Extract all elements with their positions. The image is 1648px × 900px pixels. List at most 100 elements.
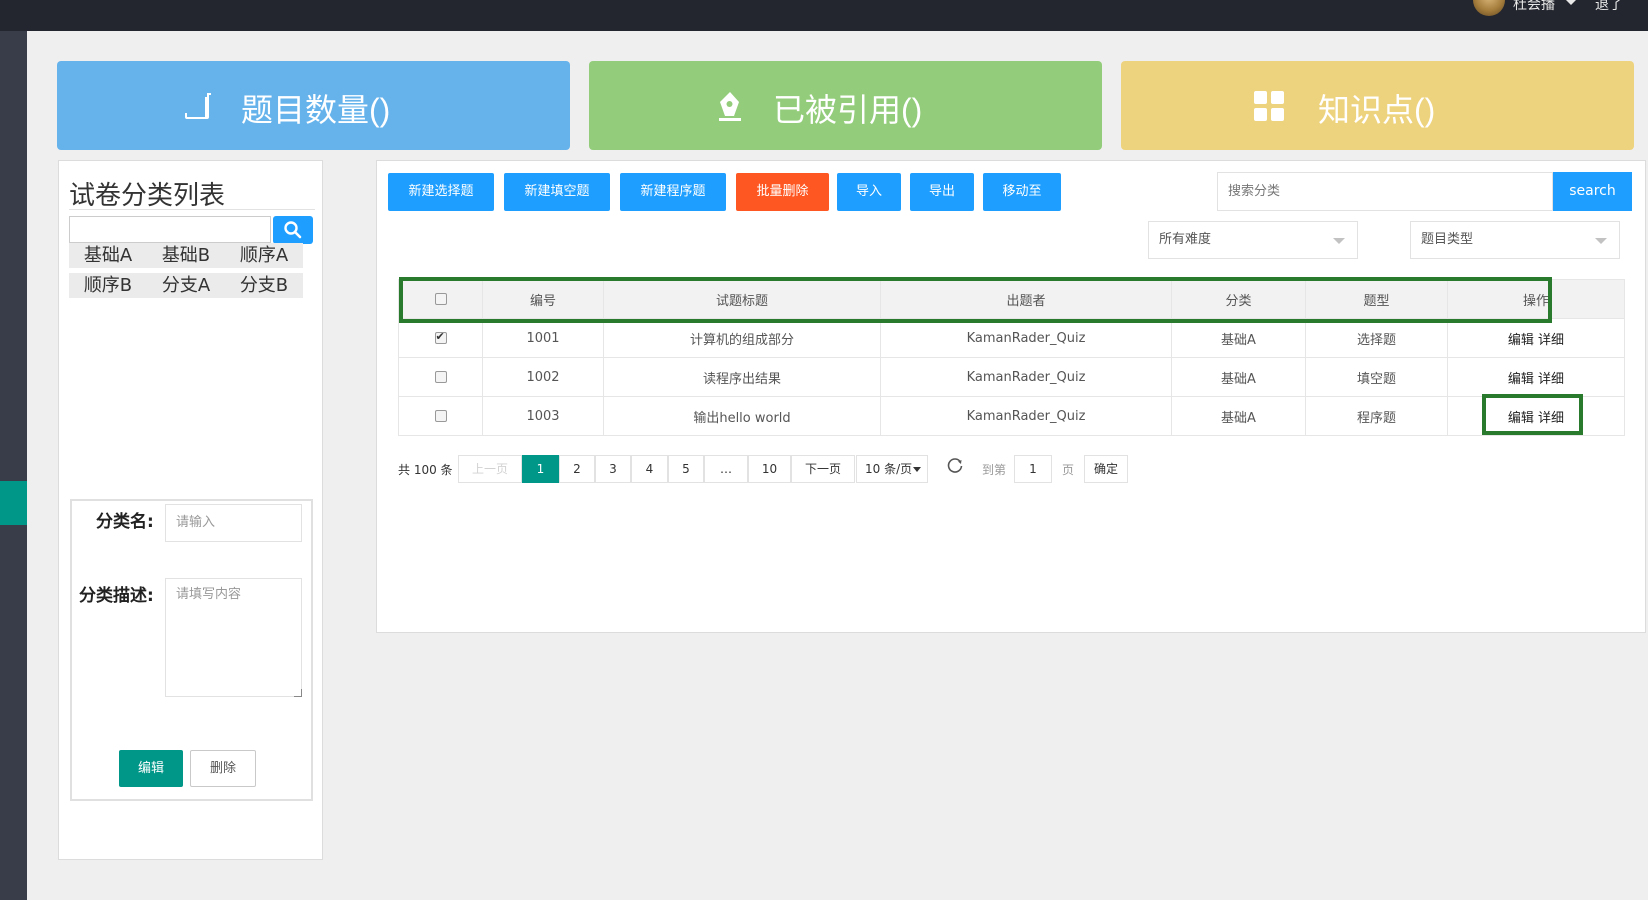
select-all-checkbox[interactable]: [434, 293, 447, 305]
cell-type: 选择题: [1305, 318, 1448, 358]
page-button[interactable]: 3: [595, 455, 631, 483]
import-button[interactable]: 导入: [837, 173, 901, 211]
scroll-icon: [185, 93, 211, 119]
delete-category-button[interactable]: 删除: [190, 750, 256, 787]
cell-actions[interactable]: 编辑 详细: [1447, 357, 1625, 397]
column-header[interactable]: 题型: [1305, 279, 1448, 319]
edit-category-button[interactable]: 编辑: [119, 750, 183, 787]
cell-id: 1001: [482, 318, 604, 358]
cell-actions[interactable]: 编辑 详细: [1447, 318, 1625, 358]
type-select[interactable]: 题目类型: [1410, 221, 1620, 259]
cell-author: KamanRader_Quiz: [880, 357, 1172, 397]
category-tag[interactable]: 顺序A: [225, 243, 303, 268]
user-avatar[interactable]: [1473, 0, 1505, 16]
next-page-button[interactable]: 下一页: [791, 455, 855, 483]
chevron-down-icon: [1333, 238, 1345, 244]
stat-label-referenced: 已被引用(): [773, 92, 923, 128]
table-header-row: 编号 试题标题 出题者 分类 题型 操作: [398, 279, 1625, 319]
chevron-down-icon: [913, 467, 921, 472]
prev-page-button[interactable]: 上一页: [458, 455, 522, 483]
category-panel: 试卷分类列表 基础A 基础B 顺序A 顺序B 分支A 分支B 分类名: 请输入 …: [58, 160, 323, 860]
user-menu-caret-icon[interactable]: [1566, 0, 1576, 5]
column-header: 操作: [1447, 279, 1625, 319]
row-select-cell: [398, 396, 483, 436]
difficulty-select[interactable]: 所有难度: [1148, 221, 1358, 259]
category-search-button[interactable]: [273, 216, 313, 244]
cell-type: 填空题: [1305, 357, 1448, 397]
export-button[interactable]: 导出: [910, 173, 974, 211]
goto-page-input[interactable]: 1: [1014, 455, 1052, 483]
page-button[interactable]: 10: [748, 455, 791, 483]
table-row[interactable]: 1002 读程序出结果 KamanRader_Quiz 基础A 填空题 编辑 详…: [398, 357, 1625, 397]
divider: [69, 209, 315, 210]
pen-nib-icon: [719, 92, 741, 121]
pagination-total: 共 100 条: [398, 463, 453, 477]
goto-prefix: 到第: [982, 463, 1007, 477]
page-button[interactable]: 4: [631, 455, 668, 483]
column-header[interactable]: 试题标题: [603, 279, 881, 319]
cell-author: KamanRader_Quiz: [880, 318, 1172, 358]
cell-id: 1002: [482, 357, 604, 397]
column-header[interactable]: 分类: [1171, 279, 1306, 319]
cell-title: 输出hello world: [603, 396, 881, 436]
batch-delete-button[interactable]: 批量删除: [736, 173, 829, 211]
category-tag[interactable]: 分支B: [225, 273, 303, 298]
question-panel: 新建选择题 新建填空题 新建程序题 批量删除 导入 导出 移动至 搜索分类 se…: [376, 160, 1646, 633]
page-button[interactable]: 1: [522, 455, 559, 483]
goto-suffix: 页: [1062, 463, 1075, 477]
cell-category: 基础A: [1171, 318, 1306, 358]
difficulty-select-value: 所有难度: [1159, 232, 1212, 247]
category-desc-textarea[interactable]: 请填写内容: [165, 578, 302, 697]
row-checkbox[interactable]: [434, 371, 447, 383]
category-tag[interactable]: 顺序B: [69, 273, 147, 298]
category-form: 分类名: 请输入 分类描述: 请填写内容 编辑 删除: [70, 499, 313, 801]
table-row[interactable]: 1001 计算机的组成部分 KamanRader_Quiz 基础A 选择题 编辑…: [398, 318, 1625, 358]
stat-card-knowledge-points: 知识点(): [1121, 61, 1634, 150]
cell-category: 基础A: [1171, 396, 1306, 436]
username[interactable]: 杜会播: [1513, 0, 1555, 14]
cell-actions[interactable]: 编辑 详细: [1447, 396, 1625, 436]
search-input[interactable]: 搜索分类: [1217, 172, 1553, 211]
stat-card-question-count: 题目数量(): [57, 61, 570, 150]
column-header[interactable]: 出题者: [880, 279, 1172, 319]
page-ellipsis: …: [704, 455, 748, 483]
category-tag[interactable]: 基础A: [69, 243, 147, 268]
category-tag[interactable]: 分支A: [147, 273, 225, 298]
new-fill-question-button[interactable]: 新建填空题: [504, 173, 610, 211]
chevron-down-icon: [1595, 238, 1607, 244]
refresh-icon[interactable]: [946, 457, 964, 475]
goto-confirm-button[interactable]: 确定: [1084, 455, 1128, 483]
row-checkbox[interactable]: [434, 410, 447, 422]
resize-grip-icon[interactable]: [294, 689, 302, 697]
top-bar: 杜会播 退了: [0, 0, 1648, 31]
new-choice-question-button[interactable]: 新建选择题: [388, 173, 494, 211]
row-select-cell: [398, 357, 483, 397]
category-tag[interactable]: 基础B: [147, 243, 225, 268]
stat-card-referenced: 已被引用(): [589, 61, 1102, 150]
side-nav-active-item[interactable]: [0, 481, 27, 525]
stat-label-question-count: 题目数量(): [241, 92, 391, 128]
page-button[interactable]: 5: [668, 455, 704, 483]
page-size-select[interactable]: 10 条/页: [856, 455, 928, 483]
type-select-value: 题目类型: [1421, 232, 1474, 247]
stat-label-knowledge-points: 知识点(): [1318, 92, 1436, 128]
select-all-cell: [398, 279, 483, 319]
row-checkbox[interactable]: [434, 330, 447, 344]
cell-category: 基础A: [1171, 357, 1306, 397]
move-to-button[interactable]: 移动至: [983, 173, 1061, 211]
page-size-value: 10 条/页: [865, 462, 913, 476]
page-button[interactable]: 2: [559, 455, 595, 483]
cell-author: KamanRader_Quiz: [880, 396, 1172, 436]
table-row[interactable]: 1003 输出hello world KamanRader_Quiz 基础A 程…: [398, 396, 1625, 436]
cell-id: 1003: [482, 396, 604, 436]
category-name-input[interactable]: 请输入: [165, 504, 302, 542]
search-icon: [284, 221, 302, 239]
category-search-input[interactable]: [69, 216, 271, 243]
logout-link[interactable]: 退了: [1595, 0, 1623, 14]
search-button[interactable]: search: [1553, 172, 1632, 211]
column-header[interactable]: 编号: [482, 279, 604, 319]
new-program-question-button[interactable]: 新建程序题: [620, 173, 726, 211]
side-nav: [0, 31, 27, 900]
category-name-label: 分类名:: [96, 512, 154, 532]
cell-type: 程序题: [1305, 396, 1448, 436]
